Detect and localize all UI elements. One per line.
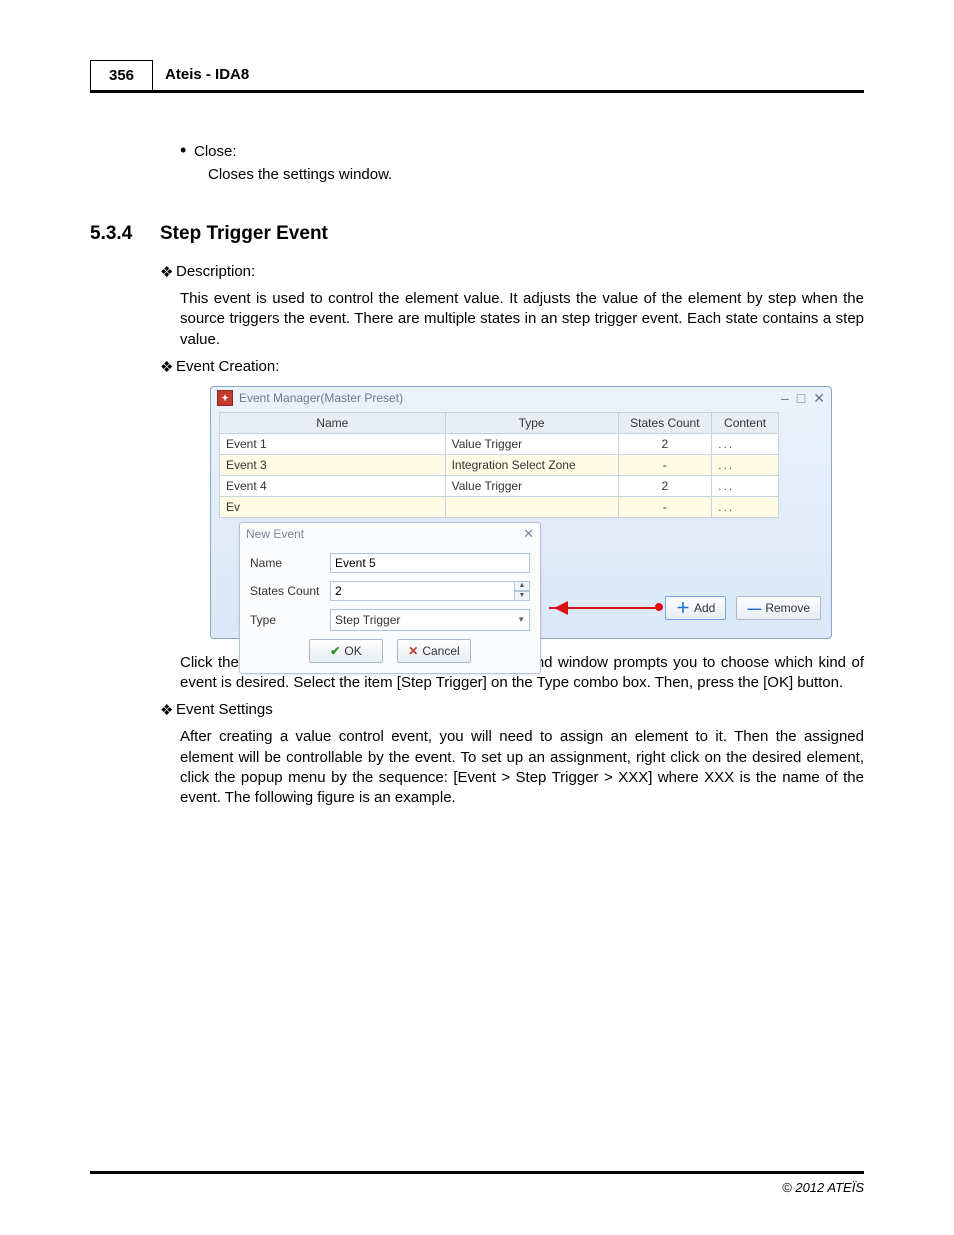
cell-type: Value Trigger (445, 433, 618, 454)
col-name[interactable]: Name (220, 412, 446, 433)
page-number: 356 (90, 60, 153, 90)
cell-name: Event 1 (220, 433, 446, 454)
popup-title-text: New Event (246, 527, 304, 541)
page-header: 356 Ateis - IDA8 (90, 60, 864, 93)
event-creation-label: Event Creation: (176, 358, 279, 376)
spinner-down-icon[interactable]: ▼ (514, 591, 530, 601)
event-table: Name Type States Count Content Event 1 V… (219, 412, 779, 518)
x-icon: ✕ (408, 644, 418, 658)
diamond-icon: ❖ (160, 263, 176, 281)
app-icon: ✦ (217, 390, 233, 406)
name-label: Name (250, 556, 330, 570)
footer-copyright: © 2012 ATEÏS (90, 1171, 864, 1195)
remove-button[interactable]: — Remove (736, 596, 821, 620)
type-value: Step Trigger (335, 613, 400, 627)
cell-content[interactable]: ... (712, 454, 779, 475)
popup-close-icon[interactable]: ✕ (523, 526, 534, 542)
table-row[interactable]: Event 3 Integration Select Zone - ... (220, 454, 779, 475)
table-row[interactable]: Ev - ... (220, 496, 779, 517)
add-button[interactable]: ＋ Add (665, 596, 726, 620)
minus-icon: — (747, 600, 761, 616)
header-title: Ateis - IDA8 (153, 60, 261, 90)
cancel-label: Cancel (422, 644, 459, 658)
section-number: 5.3.4 (90, 223, 160, 245)
close-icon[interactable]: ✕ (813, 390, 825, 407)
description-text: This event is used to control the elemen… (180, 289, 864, 350)
cell-content[interactable]: ... (712, 496, 779, 517)
cell-name: Event 4 (220, 475, 446, 496)
diamond-icon: ❖ (160, 358, 176, 376)
bullet-icon: • (180, 143, 194, 160)
add-remove-area: ＋ Add — Remove (549, 596, 821, 620)
diamond-icon: ❖ (160, 701, 176, 719)
remove-label: Remove (765, 601, 810, 615)
name-input[interactable] (330, 553, 530, 573)
cell-states: 2 (618, 475, 712, 496)
check-icon: ✔ (330, 644, 340, 658)
event-manager-window: ✦ Event Manager(Master Preset) – □ ✕ Nam… (210, 386, 832, 639)
close-description: Closes the settings window. (208, 166, 864, 183)
description-heading: ❖ Description: (160, 263, 864, 281)
section-title: Step Trigger Event (160, 223, 328, 245)
col-type[interactable]: Type (445, 412, 618, 433)
states-spinner[interactable]: ▲ ▼ (330, 581, 530, 601)
ok-button[interactable]: ✔ OK (309, 639, 383, 663)
event-settings-heading: ❖ Event Settings (160, 701, 864, 719)
event-manager-screenshot: ✦ Event Manager(Master Preset) – □ ✕ Nam… (210, 386, 835, 639)
add-label: Add (694, 601, 715, 615)
type-select[interactable]: Step Trigger ▼ (330, 609, 530, 631)
states-label: States Count (250, 584, 330, 598)
ok-label: OK (344, 644, 361, 658)
col-content[interactable]: Content (712, 412, 779, 433)
cell-type: Value Trigger (445, 475, 618, 496)
cell-states: - (618, 496, 712, 517)
cell-type (445, 496, 618, 517)
window-title: Event Manager(Master Preset) (239, 391, 773, 405)
new-event-popup: New Event ✕ Name States Count (239, 522, 541, 674)
event-creation-heading: ❖ Event Creation: (160, 358, 864, 376)
table-row[interactable]: Event 4 Value Trigger 2 ... (220, 475, 779, 496)
window-titlebar: ✦ Event Manager(Master Preset) – □ ✕ (211, 387, 831, 410)
states-input[interactable] (330, 581, 514, 601)
maximize-icon[interactable]: □ (797, 390, 805, 406)
chevron-down-icon: ▼ (517, 615, 525, 624)
spinner-up-icon[interactable]: ▲ (514, 581, 530, 591)
minimize-icon[interactable]: – (781, 390, 789, 406)
red-arrow-icon (549, 607, 659, 609)
section-heading: 5.3.4 Step Trigger Event (90, 223, 864, 245)
event-settings-text: After creating a value control event, yo… (180, 727, 864, 808)
cell-type: Integration Select Zone (445, 454, 618, 475)
table-row[interactable]: Event 1 Value Trigger 2 ... (220, 433, 779, 454)
cancel-button[interactable]: ✕ Cancel (397, 639, 471, 663)
close-item: • Close: (180, 143, 864, 160)
col-states[interactable]: States Count (618, 412, 712, 433)
description-label: Description: (176, 263, 255, 281)
table-header-row: Name Type States Count Content (220, 412, 779, 433)
popup-titlebar: New Event ✕ (240, 523, 540, 545)
cell-content[interactable]: ... (712, 475, 779, 496)
close-label: Close: (194, 143, 237, 160)
type-label: Type (250, 613, 330, 627)
plus-icon: ＋ (676, 598, 690, 618)
cell-states: - (618, 454, 712, 475)
cell-name: Event 3 (220, 454, 446, 475)
cell-content[interactable]: ... (712, 433, 779, 454)
cell-name: Ev (220, 496, 446, 517)
cell-states: 2 (618, 433, 712, 454)
event-settings-label: Event Settings (176, 701, 273, 719)
